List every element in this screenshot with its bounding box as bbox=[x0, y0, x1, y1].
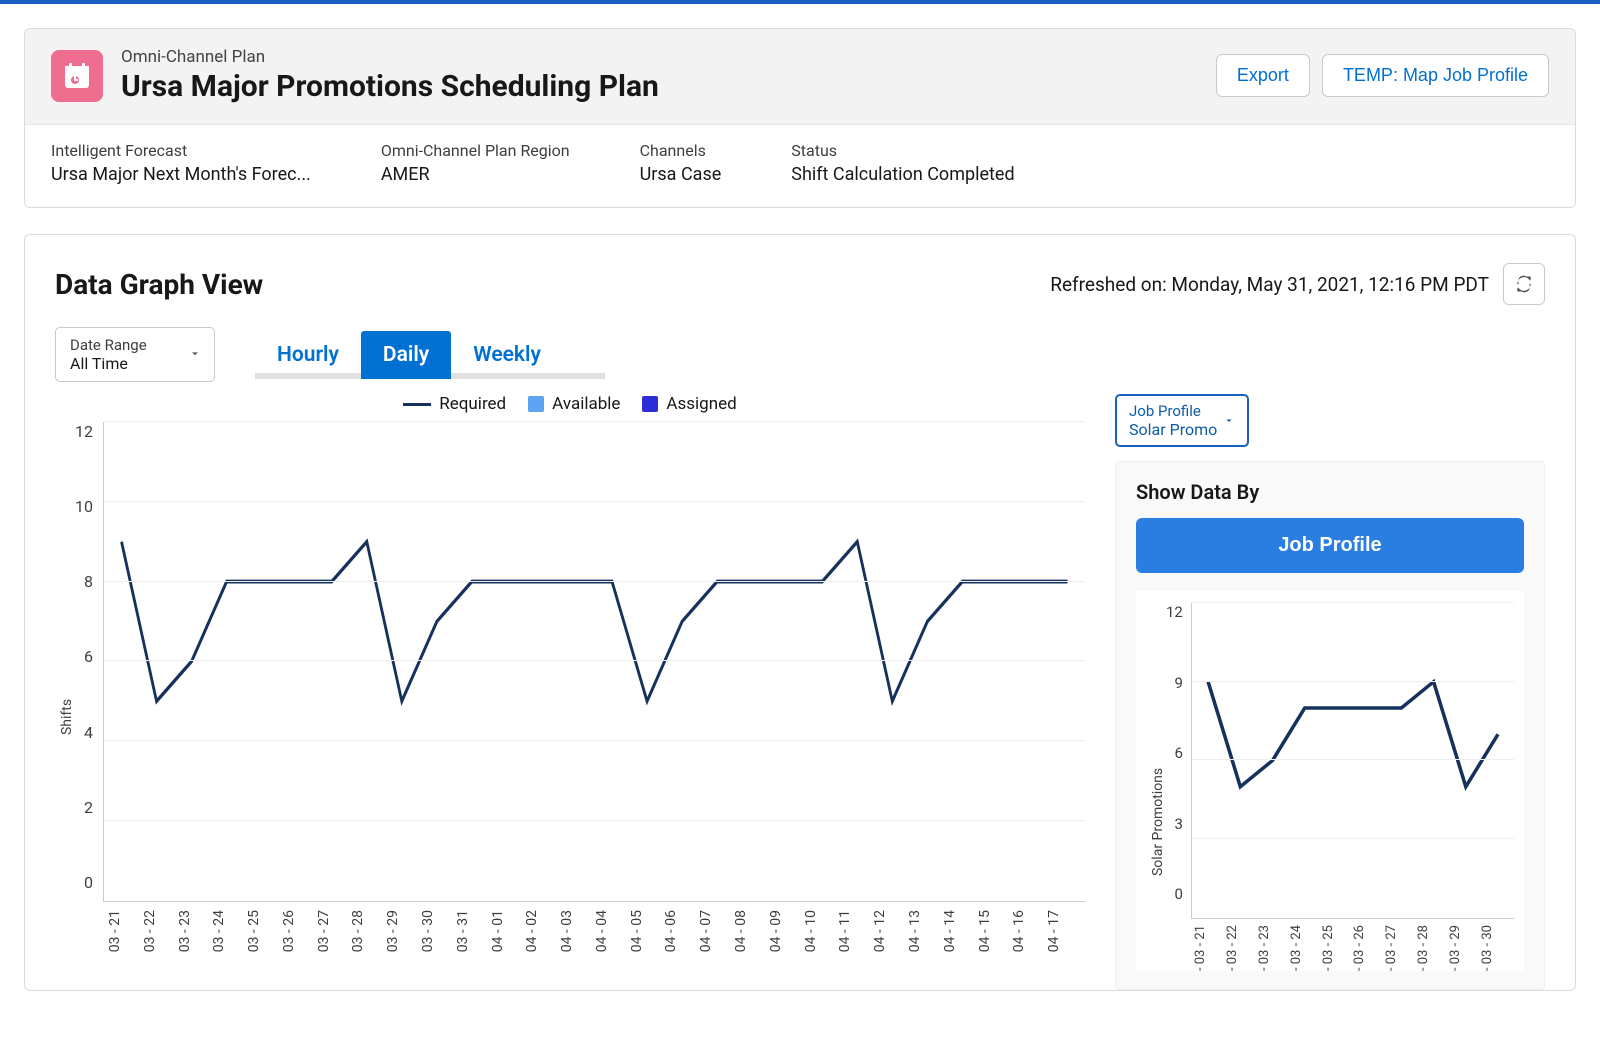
main-chart: Required Available Assigned Shifts 12108… bbox=[55, 394, 1085, 990]
tab-weekly[interactable]: Weekly bbox=[451, 331, 563, 379]
x-axis-ticks: 03 - 2103 - 2203 - 2303 - 2403 - 2503 - … bbox=[103, 902, 1085, 952]
refresh-button[interactable] bbox=[1503, 263, 1545, 305]
panel-title: Data Graph View bbox=[55, 268, 263, 301]
export-button[interactable]: Export bbox=[1216, 54, 1310, 97]
tab-hourly[interactable]: Hourly bbox=[255, 331, 361, 379]
map-job-profile-button[interactable]: TEMP: Map Job Profile bbox=[1322, 54, 1549, 97]
granularity-tabs: Hourly Daily Weekly bbox=[255, 331, 605, 379]
detail-channels-label: Channels bbox=[640, 141, 722, 160]
refreshed-on-text: Refreshed on: Monday, May 31, 2021, 12:1… bbox=[1050, 273, 1489, 296]
page-subtitle: Omni-Channel Plan bbox=[121, 47, 659, 67]
mini-chart: Solar Promotions 129630 - 03 - 21- 03 - … bbox=[1136, 591, 1524, 971]
date-range-dropdown[interactable]: Date Range All Time bbox=[55, 327, 215, 382]
job-profile-label: Job Profile bbox=[1129, 402, 1217, 420]
mini-y-ticks: 129630 bbox=[1166, 603, 1191, 903]
chevron-down-icon bbox=[1223, 411, 1235, 430]
job-profile-dropdown[interactable]: Job Profile Solar Promo bbox=[1115, 394, 1249, 447]
tab-daily[interactable]: Daily bbox=[361, 331, 451, 379]
detail-status-value: Shift Calculation Completed bbox=[791, 164, 1014, 185]
page-title: Ursa Major Promotions Scheduling Plan bbox=[121, 69, 659, 104]
legend-assigned: Assigned bbox=[666, 394, 736, 414]
detail-forecast-value: Ursa Major Next Month's Forec... bbox=[51, 164, 311, 185]
refresh-icon bbox=[1514, 274, 1534, 294]
legend-available: Available bbox=[552, 394, 620, 414]
date-range-label: Date Range bbox=[70, 336, 174, 354]
calendar-icon bbox=[51, 50, 103, 102]
y-axis-ticks: 121086420 bbox=[75, 422, 103, 892]
show-data-by-title: Show Data By bbox=[1136, 480, 1524, 504]
detail-status-label: Status bbox=[791, 141, 1014, 160]
job-profile-value: Solar Promo bbox=[1129, 420, 1217, 439]
date-range-value: All Time bbox=[70, 354, 174, 373]
job-profile-button[interactable]: Job Profile bbox=[1136, 518, 1524, 573]
mini-plot-area bbox=[1191, 603, 1514, 919]
mini-x-ticks: - 03 - 21- 03 - 22- 03 - 23- 03 - 24- 03… bbox=[1191, 919, 1514, 971]
detail-region-label: Omni-Channel Plan Region bbox=[381, 141, 570, 160]
detail-channels-value: Ursa Case bbox=[640, 164, 722, 185]
header-card: Omni-Channel Plan Ursa Major Promotions … bbox=[24, 28, 1576, 208]
detail-forecast-label: Intelligent Forecast bbox=[51, 141, 311, 160]
chevron-down-icon bbox=[188, 345, 202, 364]
chart-plot-area bbox=[103, 422, 1085, 902]
y-axis-label: Shifts bbox=[55, 422, 75, 952]
chart-legend: Required Available Assigned bbox=[55, 394, 1085, 414]
data-graph-panel: Data Graph View Refreshed on: Monday, Ma… bbox=[24, 234, 1576, 991]
detail-region-value: AMER bbox=[381, 164, 570, 185]
legend-required: Required bbox=[439, 394, 506, 414]
mini-y-axis-label: Solar Promotions bbox=[1146, 603, 1166, 971]
